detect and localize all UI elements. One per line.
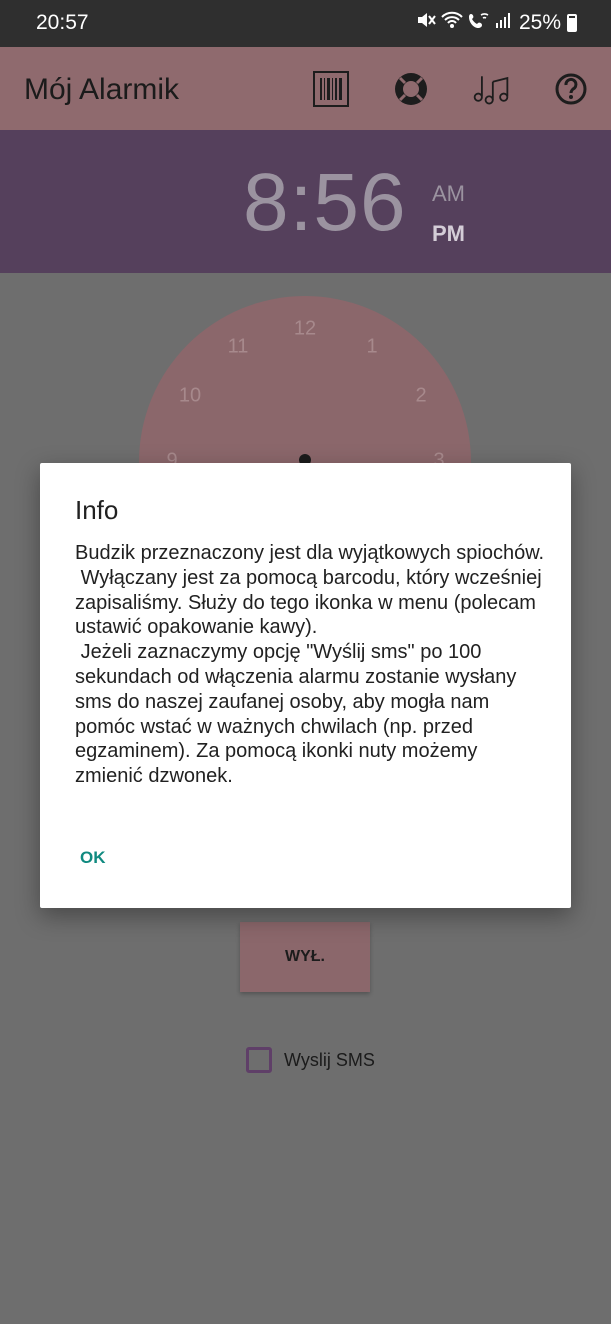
clock-number-2: 2 bbox=[415, 384, 427, 407]
dialog-title: Info bbox=[75, 495, 119, 525]
sms-label: Wyslij SMS bbox=[284, 1049, 375, 1070]
off-button[interactable]: WYŁ. bbox=[240, 922, 370, 992]
help-icon[interactable] bbox=[551, 69, 591, 109]
battery-percent: 25% bbox=[518, 11, 561, 34]
am-option[interactable]: AM bbox=[432, 174, 465, 214]
clock-number-11: 11 bbox=[227, 335, 249, 358]
battery-icon bbox=[567, 14, 577, 32]
app-actions bbox=[311, 69, 591, 109]
ampm-selector: AM PM bbox=[432, 174, 465, 254]
lifebuoy-icon[interactable] bbox=[391, 69, 431, 109]
dialog-message: Budzik przeznaczony jest dla wyjątkowych… bbox=[75, 542, 545, 788]
status-icons bbox=[416, 11, 513, 35]
status-time: 20:57 bbox=[36, 11, 89, 34]
alarm-time[interactable]: 8:56 bbox=[243, 156, 407, 250]
clock-number-12: 12 bbox=[293, 317, 317, 340]
sms-option[interactable]: Wyslij SMS bbox=[246, 1047, 375, 1073]
wifi-call-icon bbox=[468, 11, 490, 35]
clock-number-1: 1 bbox=[366, 335, 378, 358]
ok-button[interactable]: OK bbox=[80, 848, 130, 876]
wifi-icon bbox=[441, 11, 463, 35]
app-bar: Mój Alarmik bbox=[0, 47, 611, 130]
music-note-icon[interactable] bbox=[471, 69, 511, 109]
pm-option[interactable]: PM bbox=[432, 214, 465, 254]
sms-checkbox[interactable] bbox=[246, 1047, 272, 1073]
status-right: 25% bbox=[416, 11, 577, 35]
status-bar: 20:57 25% bbox=[0, 0, 611, 47]
time-header: 8:56 AM PM bbox=[0, 130, 611, 273]
mute-icon bbox=[416, 11, 436, 35]
barcode-icon[interactable] bbox=[311, 69, 351, 109]
app-title: Mój Alarmik bbox=[24, 73, 180, 106]
signal-icon bbox=[495, 11, 513, 35]
info-dialog: Info Budzik przeznaczony jest dla wyjątk… bbox=[40, 463, 571, 908]
clock-number-10: 10 bbox=[178, 384, 202, 407]
